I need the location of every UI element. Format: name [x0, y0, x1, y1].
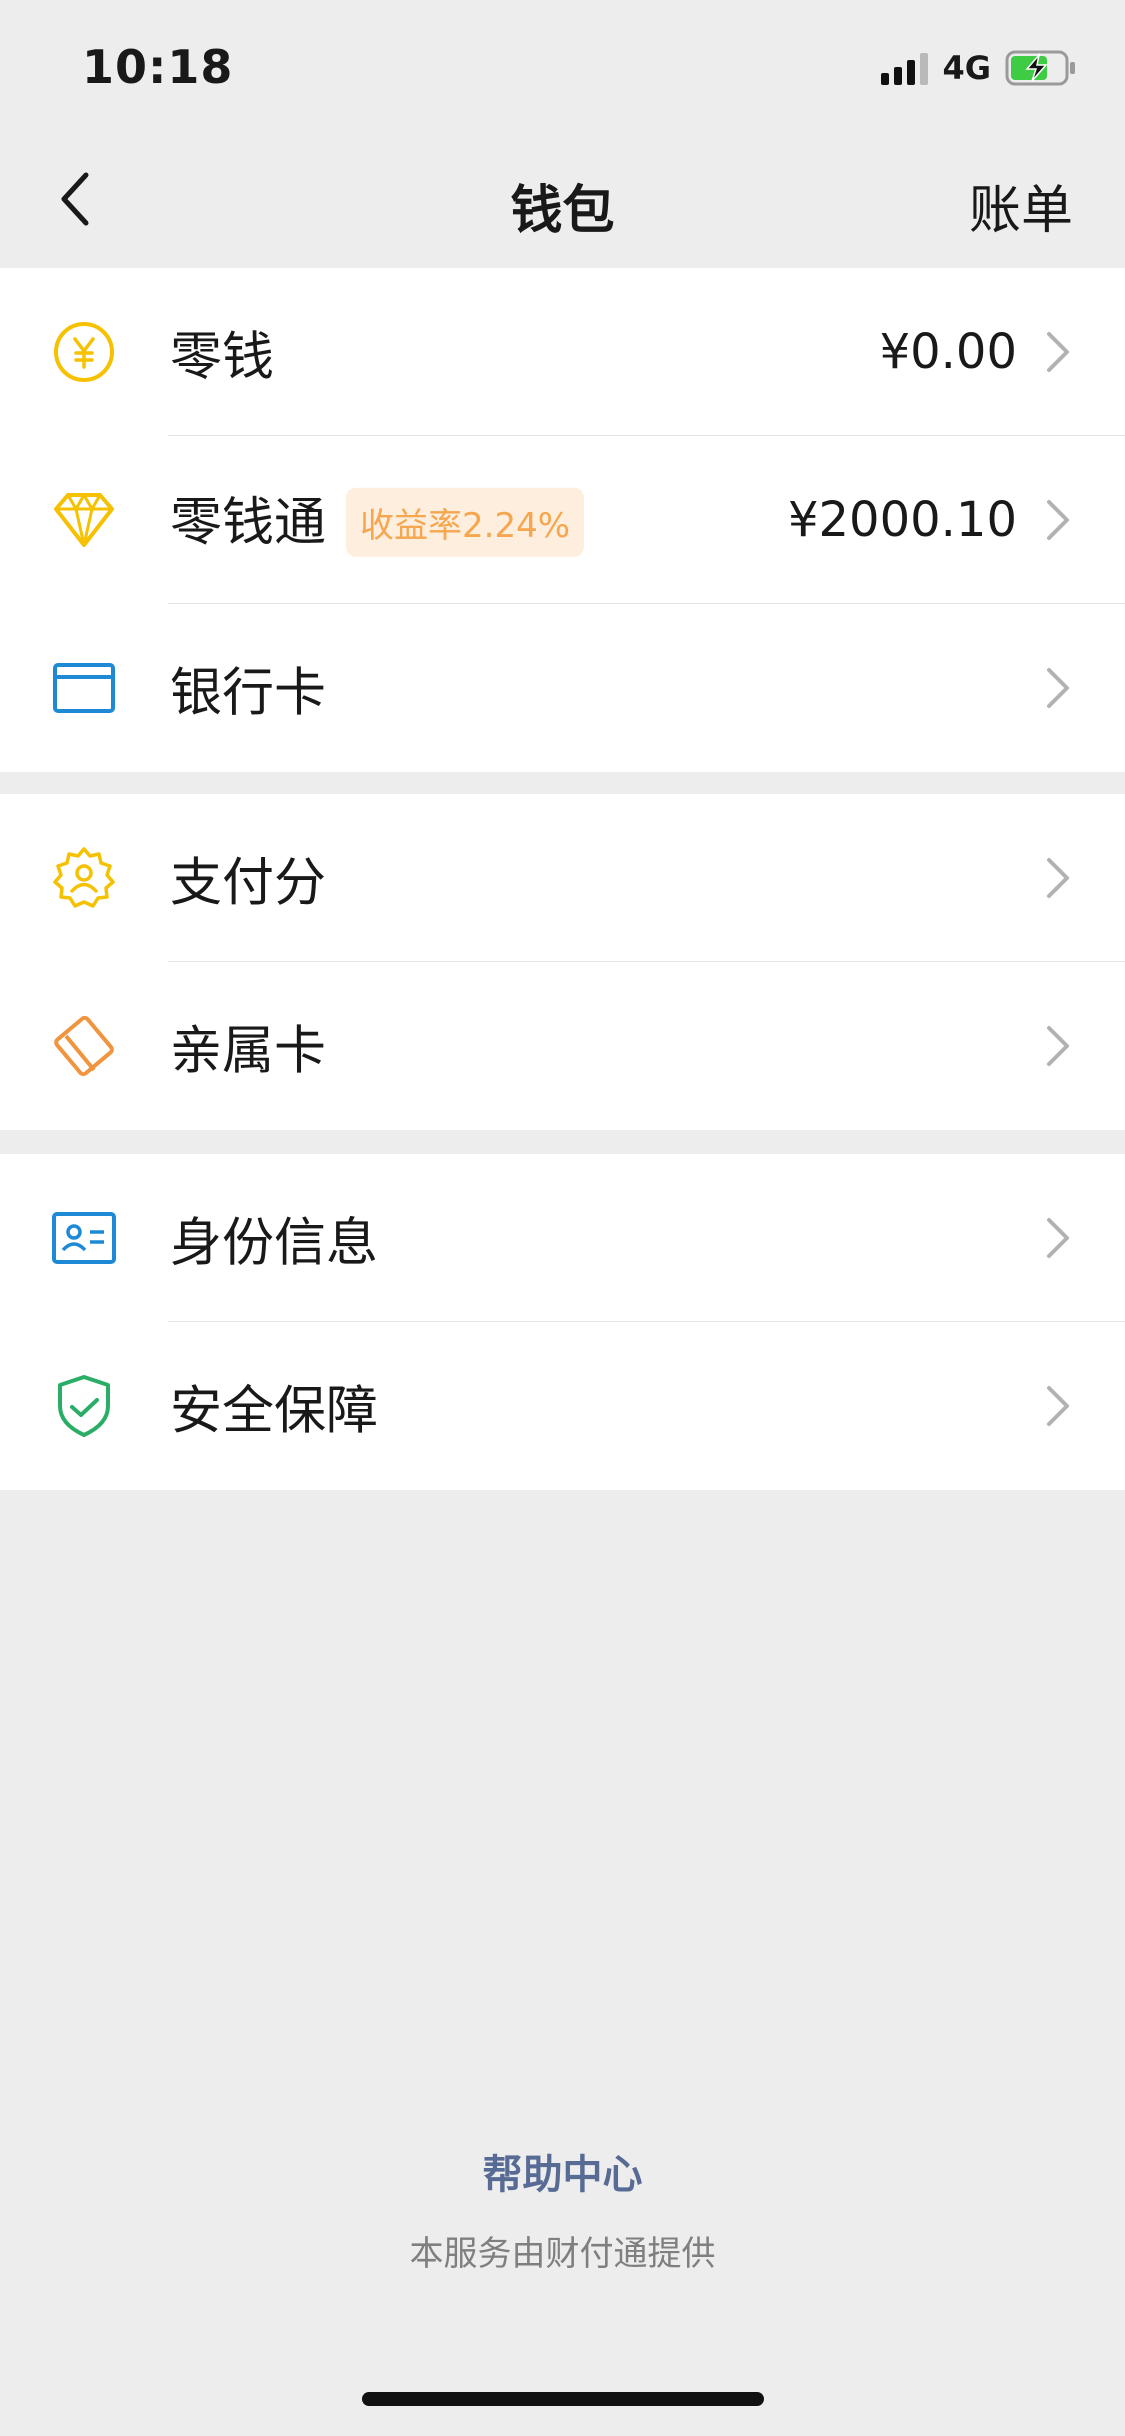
page-title: 钱包 — [510, 181, 615, 241]
list-item-change[interactable]: 零钱 ¥0.00 — [0, 268, 1125, 436]
list-item-lingqiantong[interactable]: 零钱通 收益率2.24% ¥2000.10 — [0, 436, 1125, 604]
status-indicators: 4G — [881, 48, 1077, 88]
bank-card-icon — [50, 654, 118, 722]
battery-charging-icon — [1005, 50, 1075, 86]
list-item-bank-card[interactable]: 银行卡 — [0, 604, 1125, 772]
network-type: 4G — [942, 49, 991, 87]
change-balance: ¥0.00 — [879, 324, 1017, 380]
chevron-right-icon — [1047, 1218, 1069, 1258]
list-item-label: 安全保障 — [170, 1381, 379, 1442]
chevron-right-icon — [1047, 500, 1069, 540]
chevron-right-icon — [1047, 1026, 1069, 1066]
nav-bar: 钱包 账单 — [0, 134, 1125, 266]
wallet-group-security: 身份信息 安全保障 — [0, 1154, 1125, 1490]
list-item-label: 支付分 — [170, 853, 327, 914]
status-bar: 10:18 4G — [0, 0, 1125, 134]
home-indicator[interactable] — [362, 2392, 764, 2406]
signal-strength-icon — [881, 51, 929, 85]
id-card-icon — [50, 1204, 118, 1272]
wallet-group-services: 支付分 亲属卡 — [0, 794, 1125, 1130]
provider-note: 本服务由财付通提供 — [409, 2234, 716, 2274]
chevron-right-icon — [1047, 1386, 1069, 1426]
list-item-label: 亲属卡 — [170, 1021, 327, 1082]
chevron-right-icon — [1047, 858, 1069, 898]
list-item-label: 身份信息 — [170, 1213, 379, 1274]
help-center-link[interactable]: 帮助中心 — [0, 2142, 1125, 2200]
list-item-label: 零钱 — [170, 327, 275, 388]
list-item-security[interactable]: 安全保障 — [0, 1322, 1125, 1490]
wallet-group-balance: 零钱 ¥0.00 零钱通 收益率2.24% ¥2000.10 银行卡 — [0, 268, 1125, 772]
yuan-coin-icon — [50, 318, 118, 386]
yield-rate-badge: 收益率2.24% — [346, 487, 585, 557]
family-card-icon — [50, 1012, 118, 1080]
chevron-right-icon — [1047, 332, 1069, 372]
list-item-label: 银行卡 — [170, 663, 327, 724]
diamond-icon — [50, 486, 118, 554]
list-item-label: 零钱通 收益率2.24% — [170, 480, 585, 561]
shield-check-icon — [50, 1372, 118, 1440]
list-item-identity[interactable]: 身份信息 — [0, 1154, 1125, 1322]
lingqiantong-balance: ¥2000.10 — [787, 492, 1017, 548]
chevron-right-icon — [1047, 668, 1069, 708]
footer: 帮助中心 本服务由财付通提供 — [0, 2142, 1125, 2275]
bill-button[interactable]: 账单 — [969, 168, 1073, 243]
list-item-pay-score[interactable]: 支付分 — [0, 794, 1125, 962]
pay-score-badge-icon — [50, 844, 118, 912]
lingqiantong-label: 零钱通 — [170, 492, 327, 553]
list-item-family-card[interactable]: 亲属卡 — [0, 962, 1125, 1130]
status-time: 10:18 — [82, 40, 234, 94]
